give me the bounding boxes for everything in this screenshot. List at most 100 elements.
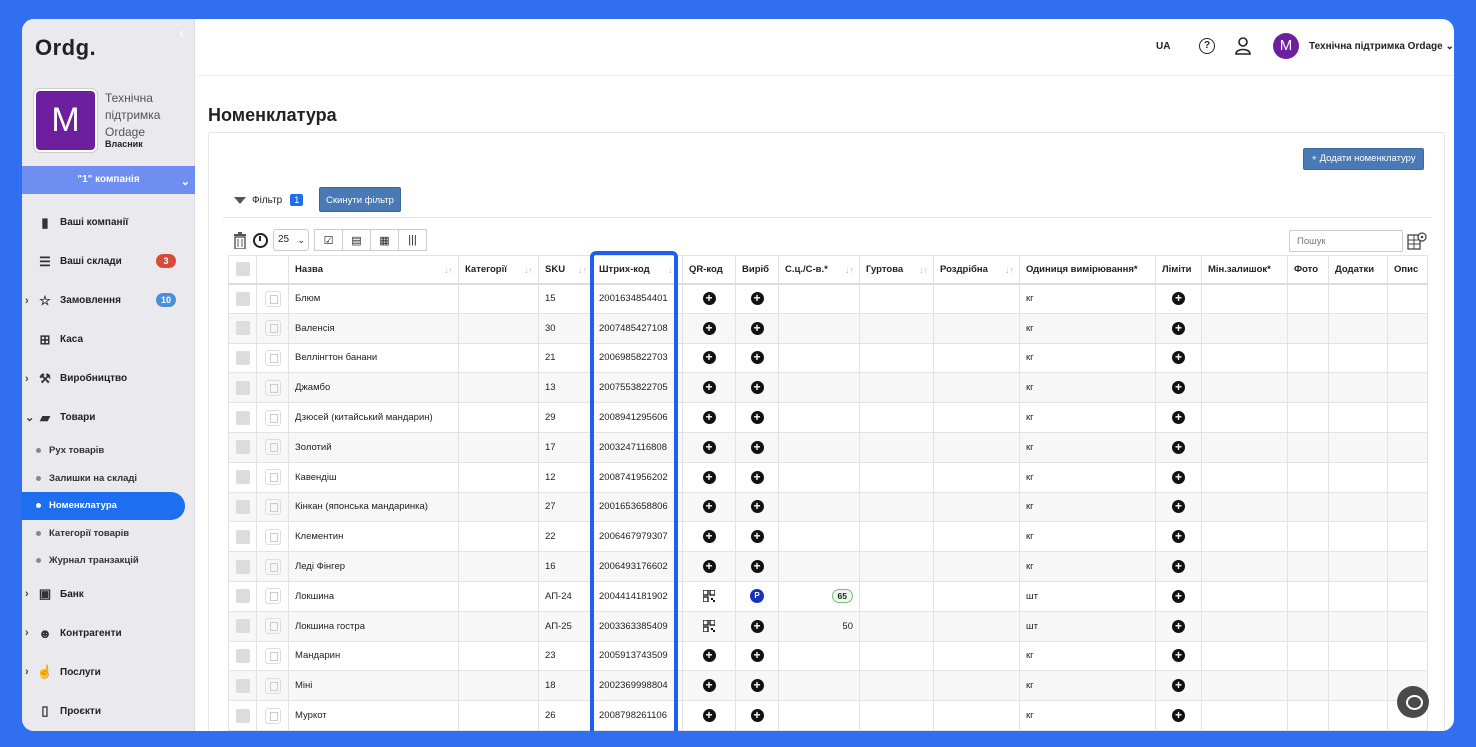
- qr-code-icon[interactable]: [703, 620, 715, 633]
- add-product-icon[interactable]: +: [750, 560, 764, 574]
- add-limit-icon[interactable]: +: [1172, 351, 1185, 365]
- checkbox[interactable]: [235, 619, 250, 634]
- column-header[interactable]: Назва ↓↑: [288, 255, 459, 285]
- table-row[interactable]: Клементин 22 2006467979307 + + кг +: [228, 521, 1428, 553]
- add-limit-icon[interactable]: +: [1172, 411, 1185, 425]
- copy-icon[interactable]: [264, 558, 281, 575]
- sidebar-item-orders[interactable]: › ☆ Замовлення 10: [22, 281, 195, 320]
- add-limit-icon[interactable]: +: [1172, 649, 1185, 663]
- user-avatar[interactable]: M: [1273, 33, 1299, 59]
- table-row[interactable]: Муркот 26 2008798261106 + + кг +: [228, 700, 1428, 731]
- add-qr-icon[interactable]: +: [702, 321, 716, 335]
- add-product-icon[interactable]: +: [750, 530, 764, 544]
- name-cell[interactable]: Локшина: [288, 580, 459, 612]
- add-qr-icon[interactable]: +: [702, 381, 716, 395]
- table-row[interactable]: Локшина гостра АП-25 2003363385409 + 50 …: [228, 610, 1428, 642]
- checkbox[interactable]: [235, 410, 250, 425]
- column-header[interactable]: Роздрібна ↓↑: [933, 255, 1020, 285]
- name-cell[interactable]: Кавендіш: [288, 461, 459, 493]
- checkbox[interactable]: [235, 708, 250, 723]
- add-qr-icon[interactable]: +: [702, 411, 716, 425]
- sidebar-item-cashier[interactable]: ⊞ Каса: [22, 320, 195, 359]
- checkbox[interactable]: [235, 350, 250, 365]
- add-product-icon[interactable]: +: [750, 292, 764, 306]
- copy-icon[interactable]: [264, 349, 281, 366]
- add-qr-icon[interactable]: +: [702, 709, 716, 723]
- checkbox[interactable]: [235, 529, 250, 544]
- sidebar-item-production[interactable]: › ⚒ Виробництво: [22, 359, 195, 398]
- checkbox[interactable]: [235, 499, 250, 514]
- name-cell[interactable]: Золотий: [288, 431, 459, 463]
- name-cell[interactable]: Кінкан (японська мандаринка): [288, 491, 459, 523]
- table-row[interactable]: Валенсія 30 2007485427108 + + кг +: [228, 312, 1428, 344]
- sidebar-subitem-movements[interactable]: Рух товарів: [22, 437, 195, 465]
- add-product-icon[interactable]: +: [750, 470, 764, 484]
- add-limit-icon[interactable]: +: [1172, 381, 1185, 395]
- add-limit-icon[interactable]: +: [1172, 709, 1185, 723]
- add-nomenclature-button[interactable]: + Додати номенклатуру: [1303, 148, 1424, 170]
- column-settings-icon[interactable]: [1407, 231, 1427, 251]
- checkbox[interactable]: [235, 380, 250, 395]
- add-limit-icon[interactable]: +: [1172, 530, 1185, 544]
- name-cell[interactable]: Леді Фінгер: [288, 551, 459, 582]
- add-qr-icon[interactable]: +: [702, 292, 716, 306]
- add-product-icon[interactable]: +: [750, 411, 764, 425]
- sidebar-subitem-stock[interactable]: Залишки на складі: [22, 465, 195, 493]
- add-product-icon[interactable]: +: [750, 619, 764, 633]
- add-qr-icon[interactable]: +: [702, 530, 716, 544]
- add-product-icon[interactable]: +: [750, 649, 764, 663]
- copy-icon[interactable]: [264, 409, 281, 426]
- sidebar-item-contractors[interactable]: › ☻ Контрагенти: [22, 614, 195, 653]
- checkbox[interactable]: [235, 589, 250, 604]
- column-header[interactable]: Штрих-код ↓↑: [592, 255, 683, 285]
- sidebar-item-companies[interactable]: ▮ Ваші компанії: [22, 203, 195, 242]
- column-header[interactable]: SKU ↓↑: [538, 255, 593, 285]
- column-header[interactable]: Категорії ↓↑: [458, 255, 539, 285]
- column-header[interactable]: С.ц./С-в.* ↓↑: [778, 255, 860, 285]
- name-cell[interactable]: Валенсія: [288, 312, 459, 344]
- name-cell[interactable]: Мандарин: [288, 640, 459, 672]
- name-cell[interactable]: Міні: [288, 670, 459, 702]
- qr-button[interactable]: ▦: [370, 229, 399, 251]
- copy-icon[interactable]: [264, 498, 281, 515]
- add-product-icon[interactable]: +: [750, 500, 764, 514]
- table-row[interactable]: Дзюсей (китайський мандарин) 29 20089412…: [228, 402, 1428, 433]
- add-limit-icon[interactable]: +: [1172, 560, 1185, 574]
- add-qr-icon[interactable]: +: [702, 560, 716, 574]
- name-cell[interactable]: Муркот: [288, 700, 459, 731]
- history-icon[interactable]: [253, 232, 268, 248]
- user-menu[interactable]: Технічна підтримка Ordage ⌄: [1309, 41, 1454, 52]
- sidebar-subitem-nomenclature[interactable]: Номенклатура: [22, 492, 185, 520]
- copy-icon[interactable]: [264, 588, 281, 605]
- add-qr-icon[interactable]: +: [702, 440, 716, 454]
- add-qr-icon[interactable]: +: [702, 351, 716, 365]
- app-logo[interactable]: Ordg.: [35, 35, 96, 61]
- name-cell[interactable]: Джамбо: [288, 372, 459, 404]
- sidebar-item-warehouses[interactable]: ☰ Ваші склади 3: [22, 242, 195, 281]
- add-limit-icon[interactable]: +: [1172, 500, 1185, 514]
- copy-icon[interactable]: [264, 647, 281, 664]
- per-page-select[interactable]: 25 ⌄: [273, 229, 309, 251]
- copy-icon[interactable]: [264, 618, 281, 635]
- help-icon[interactable]: ?: [1199, 38, 1215, 54]
- barcode-button[interactable]: |||: [398, 229, 427, 251]
- copy-icon[interactable]: [264, 290, 281, 307]
- add-limit-icon[interactable]: +: [1172, 679, 1185, 693]
- copy-icon[interactable]: [264, 469, 281, 486]
- checkbox[interactable]: [235, 678, 250, 693]
- checkbox[interactable]: [235, 648, 250, 663]
- table-row[interactable]: Міні 18 2002369998804 + + кг +: [228, 670, 1428, 702]
- name-cell[interactable]: Дзюсей (китайський мандарин): [288, 402, 459, 433]
- add-product-icon[interactable]: +: [750, 321, 764, 335]
- product-badge-icon[interactable]: P: [750, 589, 764, 604]
- add-limit-icon[interactable]: +: [1172, 619, 1185, 633]
- chevron-left-icon[interactable]: ‹: [179, 25, 184, 43]
- trash-icon[interactable]: [233, 231, 247, 249]
- sidebar-item-projects[interactable]: ▯ Проєкти: [22, 692, 195, 731]
- copy-icon[interactable]: [264, 439, 281, 456]
- add-qr-icon[interactable]: +: [702, 470, 716, 484]
- name-cell[interactable]: Блюм: [288, 283, 459, 314]
- language-switcher[interactable]: UA: [1156, 41, 1170, 52]
- add-limit-icon[interactable]: +: [1172, 440, 1185, 454]
- copy-icon[interactable]: [264, 320, 281, 337]
